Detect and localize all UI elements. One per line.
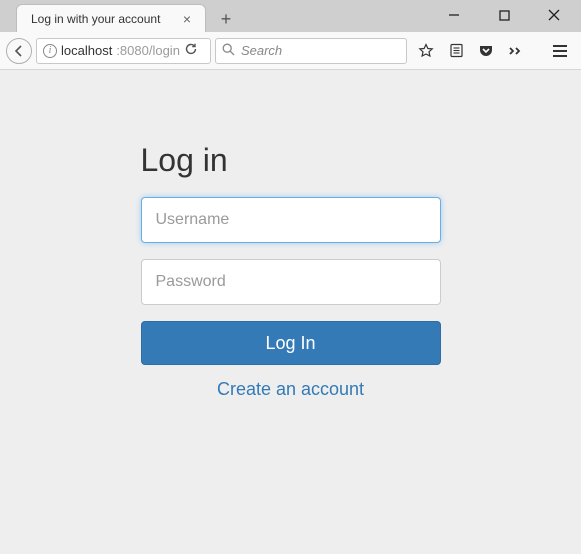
window-close-button[interactable] xyxy=(533,1,575,29)
browser-toolbar: i localhost :8080/login Search xyxy=(0,32,581,70)
reading-list-icon[interactable] xyxy=(445,40,467,62)
search-placeholder: Search xyxy=(241,43,282,58)
search-bar[interactable]: Search xyxy=(215,38,407,64)
browser-tab[interactable]: Log in with your account × xyxy=(16,4,206,32)
username-input[interactable] xyxy=(141,197,441,243)
pocket-icon[interactable] xyxy=(475,40,497,62)
address-bar[interactable]: i localhost :8080/login xyxy=(36,38,211,64)
back-button[interactable] xyxy=(6,38,32,64)
site-info-icon[interactable]: i xyxy=(43,44,57,58)
hamburger-menu-icon[interactable] xyxy=(549,40,571,62)
window-maximize-button[interactable] xyxy=(483,1,525,29)
refresh-button[interactable] xyxy=(184,42,204,59)
search-icon xyxy=(222,43,235,59)
page-heading: Log in xyxy=(141,142,441,179)
login-button[interactable]: Log In xyxy=(141,321,441,365)
tab-close-button[interactable]: × xyxy=(179,11,195,27)
create-account-link[interactable]: Create an account xyxy=(141,379,441,400)
page-content: Log in Log In Create an account xyxy=(0,70,581,554)
toolbar-icons xyxy=(411,40,575,62)
login-form: Log in Log In Create an account xyxy=(141,142,441,400)
url-host: localhost xyxy=(61,43,112,58)
window-minimize-button[interactable] xyxy=(433,1,475,29)
url-path: :8080/login xyxy=(116,43,180,58)
overflow-chevron-icon[interactable] xyxy=(505,40,527,62)
tab-title: Log in with your account xyxy=(31,12,160,26)
password-input[interactable] xyxy=(141,259,441,305)
new-tab-button[interactable]: + xyxy=(212,6,240,32)
bookmark-star-icon[interactable] xyxy=(415,40,437,62)
